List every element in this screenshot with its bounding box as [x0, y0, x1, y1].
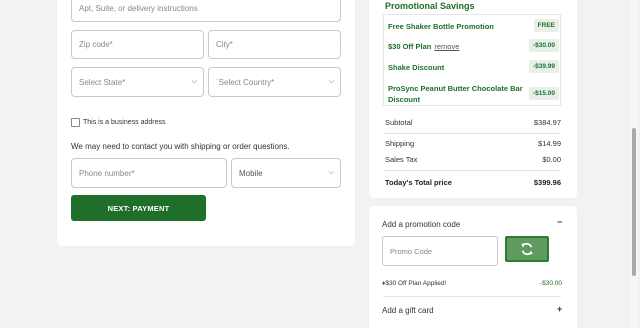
address2-placeholder: Apt, Suite, or delivery instructions	[79, 3, 198, 13]
next-payment-button[interactable]: NEXT: PAYMENT	[71, 195, 206, 221]
gift-card-heading[interactable]: Add a gift card	[382, 306, 434, 315]
promotional-savings-heading: Promotional Savings	[385, 1, 475, 11]
promo-code-input[interactable]: Promo Code	[382, 236, 498, 266]
divider	[383, 170, 561, 171]
business-address-label: This is a business address	[83, 119, 166, 126]
zip-placeholder: Zip code*	[79, 40, 113, 49]
total-row: Today's Total price $399.96	[385, 178, 561, 187]
phone-placeholder: Phone number*	[79, 168, 135, 178]
promo-item-value: -$15.00	[528, 87, 559, 100]
promo-item-value: FREE	[533, 19, 559, 32]
applied-promo-value: -$30.00	[539, 280, 562, 287]
state-placeholder: Select State*	[79, 77, 126, 87]
subtotal-row: Subtotal $384.97	[385, 118, 561, 127]
tax-row: Sales Tax $0.00	[385, 155, 561, 164]
applied-promo-row: ♦$30 Off Plan Applied! -$30.00	[382, 280, 562, 287]
promo-code-heading[interactable]: Add a promotion code	[382, 220, 460, 229]
total-value: $399.96	[533, 178, 561, 187]
address2-input[interactable]: Apt, Suite, or delivery instructions	[71, 0, 341, 22]
phone-type-select[interactable]: Mobile ⌵	[231, 158, 341, 188]
country-select[interactable]: `Select Country* ⌵	[208, 67, 341, 97]
tax-value: $0.00	[542, 155, 561, 164]
promo-item-value: -$39.99	[528, 60, 559, 73]
state-select[interactable]: Select State* ⌵	[71, 67, 204, 97]
promo-code-placeholder: Promo Code	[390, 246, 433, 256]
promo-item: Shake Discount	[388, 62, 444, 73]
apply-promo-button[interactable]	[505, 236, 549, 262]
country-placeholder: `Select Country*	[216, 77, 275, 87]
promo-item-label: ProSync Peanut Butter Chocolate Bar Disc…	[388, 84, 523, 104]
subtotal-value: $384.97	[533, 118, 561, 127]
divider	[383, 296, 561, 297]
promo-item: Free Shaker Bottle Promotion	[388, 21, 494, 32]
divider	[383, 133, 561, 134]
shipping-label: Shipping	[385, 139, 415, 148]
remove-promo-link[interactable]: remove	[434, 42, 459, 51]
promo-item-value: -$30.00	[528, 39, 559, 52]
promo-item: $30 Off Plan remove	[388, 41, 459, 52]
chevron-down-icon: ⌵	[328, 78, 334, 85]
phone-type-value: Mobile	[239, 168, 263, 178]
city-input[interactable]: City*	[208, 30, 341, 59]
applied-promo-label: $30 Off Plan	[385, 280, 422, 287]
tax-label: Sales Tax	[385, 155, 418, 164]
shipping-row: Shipping $14.99	[385, 139, 561, 148]
business-address-checkbox[interactable]	[71, 118, 80, 127]
promo-item: ProSync Peanut Butter Chocolate Bar Disc…	[388, 83, 528, 105]
chevron-down-icon: ⌵	[328, 169, 334, 176]
expand-icon[interactable]: +	[557, 304, 562, 314]
applied-promo: ♦$30 Off Plan Applied!	[382, 280, 446, 287]
phone-input[interactable]: Phone number*	[71, 158, 227, 188]
subtotal-label: Subtotal	[385, 118, 413, 127]
zip-input[interactable]: Zip code*	[71, 30, 204, 59]
promo-item-label: $30 Off Plan	[388, 42, 432, 51]
refresh-icon	[521, 242, 533, 256]
chevron-down-icon: ⌵	[191, 78, 197, 85]
scrollbar-thumb[interactable]	[632, 128, 636, 276]
promo-item-label: Shake Discount	[388, 63, 445, 72]
city-placeholder: City*	[216, 40, 233, 49]
promo-item-label: Free Shaker Bottle Promotion	[388, 22, 494, 31]
applied-status: Applied!	[421, 280, 447, 287]
total-label: Today's Total price	[385, 178, 452, 187]
shipping-value: $14.99	[538, 139, 561, 148]
collapse-icon[interactable]: −	[557, 217, 562, 227]
contact-note: We may need to contact you with shipping…	[71, 142, 290, 151]
